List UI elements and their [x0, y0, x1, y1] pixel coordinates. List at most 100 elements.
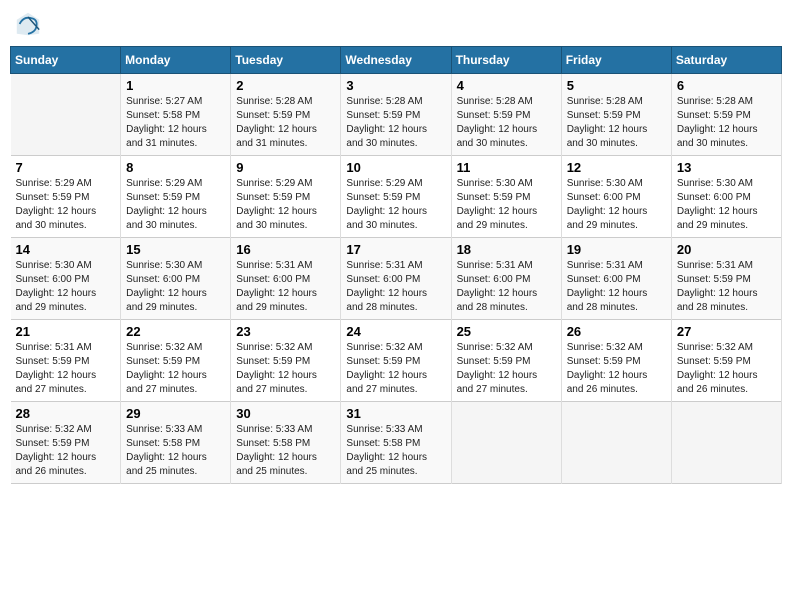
day-info: Sunrise: 5:29 AM Sunset: 5:59 PM Dayligh… — [346, 177, 445, 233]
calendar-cell — [671, 402, 781, 484]
day-info: Sunrise: 5:27 AM Sunset: 5:58 PM Dayligh… — [126, 95, 225, 151]
day-number: 27 — [677, 324, 776, 339]
calendar-cell: 2 Sunrise: 5:28 AM Sunset: 5:59 PM Daylig… — [231, 74, 341, 156]
calendar-cell: 19 Sunrise: 5:31 AM Sunset: 6:00 PM Dayli… — [561, 238, 671, 320]
day-info: Sunrise: 5:31 AM Sunset: 6:00 PM Dayligh… — [567, 259, 666, 315]
calendar-cell: 4Sunrise: 5:28 AM Sunset: 5:59 PM Daylig… — [451, 74, 561, 156]
day-info: Sunrise: 5:32 AM Sunset: 5:59 PM Dayligh… — [346, 341, 445, 397]
day-number: 20 — [677, 242, 776, 257]
calendar-cell: 28 Sunrise: 5:32 AM Sunset: 5:59 PM Dayli… — [11, 402, 121, 484]
calendar-cell: 7 Sunrise: 5:29 AM Sunset: 5:59 PM Daylig… — [11, 156, 121, 238]
day-number: 10 — [346, 160, 445, 175]
day-info: Sunrise: 5:33 AM Sunset: 5:58 PM Dayligh… — [346, 423, 445, 479]
day-info: Sunrise: 5:31 AM Sunset: 6:00 PM Dayligh… — [346, 259, 445, 315]
day-number: 12 — [567, 160, 666, 175]
calendar-cell: 22 Sunrise: 5:32 AM Sunset: 5:59 PM Dayli… — [121, 320, 231, 402]
day-number: 30 — [236, 406, 335, 421]
calendar-cell: 13 Sunrise: 5:30 AM Sunset: 6:00 PM Dayli… — [671, 156, 781, 238]
day-info: Sunrise: 5:32 AM Sunset: 5:59 PM Dayligh… — [16, 423, 116, 479]
day-info: Sunrise: 5:31 AM Sunset: 6:00 PM Dayligh… — [457, 259, 556, 315]
day-info: Sunrise: 5:30 AM Sunset: 5:59 PM Dayligh… — [457, 177, 556, 233]
weekday-header-friday: Friday — [561, 47, 671, 74]
day-number: 26 — [567, 324, 666, 339]
day-number: 23 — [236, 324, 335, 339]
day-number: 18 — [457, 242, 556, 257]
weekday-header-tuesday: Tuesday — [231, 47, 341, 74]
day-info: Sunrise: 5:28 AM Sunset: 5:59 PM Dayligh… — [567, 95, 666, 151]
calendar-cell: 10 Sunrise: 5:29 AM Sunset: 5:59 PM Dayli… — [341, 156, 451, 238]
day-number: 7 — [16, 160, 116, 175]
calendar-cell: 11 Sunrise: 5:30 AM Sunset: 5:59 PM Dayli… — [451, 156, 561, 238]
weekday-header-sunday: Sunday — [11, 47, 121, 74]
day-number: 13 — [677, 160, 776, 175]
day-info: Sunrise: 5:32 AM Sunset: 5:59 PM Dayligh… — [126, 341, 225, 397]
day-info: Sunrise: 5:33 AM Sunset: 5:58 PM Dayligh… — [126, 423, 225, 479]
weekday-header-thursday: Thursday — [451, 47, 561, 74]
day-number: 25 — [457, 324, 556, 339]
day-info: Sunrise: 5:31 AM Sunset: 6:00 PM Dayligh… — [236, 259, 335, 315]
day-info: Sunrise: 5:29 AM Sunset: 5:59 PM Dayligh… — [236, 177, 335, 233]
day-number: 16 — [236, 242, 335, 257]
calendar-cell: 8 Sunrise: 5:29 AM Sunset: 5:59 PM Daylig… — [121, 156, 231, 238]
day-info: Sunrise: 5:28 AM Sunset: 5:59 PM Dayligh… — [677, 95, 776, 151]
day-info: Sunrise: 5:30 AM Sunset: 6:00 PM Dayligh… — [567, 177, 666, 233]
day-number: 24 — [346, 324, 445, 339]
logo-icon — [14, 10, 42, 38]
calendar-week-4: 21 Sunrise: 5:31 AM Sunset: 5:59 PM Dayli… — [11, 320, 782, 402]
day-info: Sunrise: 5:32 AM Sunset: 5:59 PM Dayligh… — [567, 341, 666, 397]
calendar-cell: 20 Sunrise: 5:31 AM Sunset: 5:59 PM Dayli… — [671, 238, 781, 320]
day-number: 31 — [346, 406, 445, 421]
calendar-week-3: 14 Sunrise: 5:30 AM Sunset: 6:00 PM Dayli… — [11, 238, 782, 320]
day-info: Sunrise: 5:30 AM Sunset: 6:00 PM Dayligh… — [677, 177, 776, 233]
calendar-cell: 30Sunrise: 5:33 AM Sunset: 5:58 PM Dayli… — [231, 402, 341, 484]
weekday-header-row: SundayMondayTuesdayWednesdayThursdayFrid… — [11, 47, 782, 74]
day-info: Sunrise: 5:31 AM Sunset: 5:59 PM Dayligh… — [16, 341, 116, 397]
page-header — [10, 10, 782, 38]
day-number: 9 — [236, 160, 335, 175]
day-info: Sunrise: 5:28 AM Sunset: 5:59 PM Dayligh… — [346, 95, 445, 151]
calendar-week-2: 7 Sunrise: 5:29 AM Sunset: 5:59 PM Daylig… — [11, 156, 782, 238]
day-info: Sunrise: 5:32 AM Sunset: 5:59 PM Dayligh… — [677, 341, 776, 397]
day-number: 4 — [457, 78, 556, 93]
calendar-cell: 1 Sunrise: 5:27 AM Sunset: 5:58 PM Daylig… — [121, 74, 231, 156]
calendar-cell: 6 Sunrise: 5:28 AM Sunset: 5:59 PM Daylig… — [671, 74, 781, 156]
day-number: 14 — [16, 242, 116, 257]
calendar-cell: 9 Sunrise: 5:29 AM Sunset: 5:59 PM Daylig… — [231, 156, 341, 238]
calendar-cell: 25Sunrise: 5:32 AM Sunset: 5:59 PM Dayli… — [451, 320, 561, 402]
day-number: 3 — [346, 78, 445, 93]
calendar-cell: 17 Sunrise: 5:31 AM Sunset: 6:00 PM Dayli… — [341, 238, 451, 320]
day-number: 1 — [126, 78, 225, 93]
day-number: 28 — [16, 406, 116, 421]
day-number: 6 — [677, 78, 776, 93]
calendar-table: SundayMondayTuesdayWednesdayThursdayFrid… — [10, 46, 782, 484]
calendar-cell: 26 Sunrise: 5:32 AM Sunset: 5:59 PM Dayli… — [561, 320, 671, 402]
day-info: Sunrise: 5:31 AM Sunset: 5:59 PM Dayligh… — [677, 259, 776, 315]
day-number: 21 — [16, 324, 116, 339]
calendar-cell: 23 Sunrise: 5:32 AM Sunset: 5:59 PM Dayli… — [231, 320, 341, 402]
calendar-week-5: 28 Sunrise: 5:32 AM Sunset: 5:59 PM Dayli… — [11, 402, 782, 484]
calendar-cell: 21 Sunrise: 5:31 AM Sunset: 5:59 PM Dayli… — [11, 320, 121, 402]
weekday-header-saturday: Saturday — [671, 47, 781, 74]
day-number: 11 — [457, 160, 556, 175]
weekday-header-wednesday: Wednesday — [341, 47, 451, 74]
day-number: 19 — [567, 242, 666, 257]
day-info: Sunrise: 5:30 AM Sunset: 6:00 PM Dayligh… — [16, 259, 116, 315]
calendar-cell: 18 Sunrise: 5:31 AM Sunset: 6:00 PM Dayli… — [451, 238, 561, 320]
day-number: 8 — [126, 160, 225, 175]
weekday-header-monday: Monday — [121, 47, 231, 74]
day-number: 2 — [236, 78, 335, 93]
day-info: Sunrise: 5:32 AM Sunset: 5:59 PM Dayligh… — [236, 341, 335, 397]
day-number: 22 — [126, 324, 225, 339]
calendar-cell: 24 Sunrise: 5:32 AM Sunset: 5:59 PM Dayli… — [341, 320, 451, 402]
calendar-cell — [11, 74, 121, 156]
day-number: 5 — [567, 78, 666, 93]
day-number: 17 — [346, 242, 445, 257]
day-info: Sunrise: 5:29 AM Sunset: 5:59 PM Dayligh… — [126, 177, 225, 233]
calendar-cell: 14 Sunrise: 5:30 AM Sunset: 6:00 PM Dayli… — [11, 238, 121, 320]
calendar-cell — [561, 402, 671, 484]
calendar-cell: 29Sunrise: 5:33 AM Sunset: 5:58 PM Dayli… — [121, 402, 231, 484]
calendar-cell: 5 Sunrise: 5:28 AM Sunset: 5:59 PM Daylig… — [561, 74, 671, 156]
day-info: Sunrise: 5:28 AM Sunset: 5:59 PM Dayligh… — [236, 95, 335, 151]
calendar-cell — [451, 402, 561, 484]
day-info: Sunrise: 5:29 AM Sunset: 5:59 PM Dayligh… — [16, 177, 116, 233]
